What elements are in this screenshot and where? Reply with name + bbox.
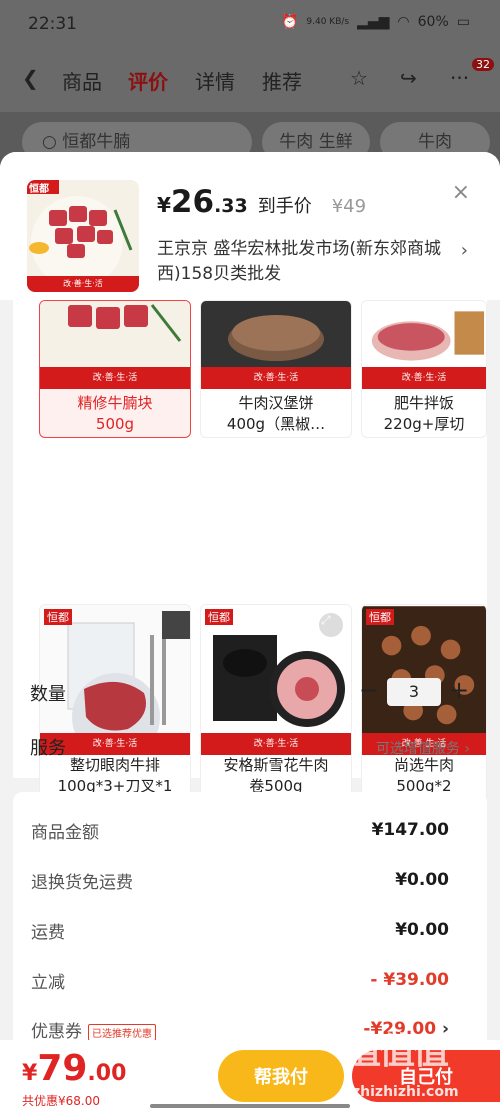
thumb-band-text: 改·善·生·活 [63, 279, 103, 288]
shop-address[interactable]: 王京京 盛华宏林批发市场(新东郊商城西)158贝类批发 [157, 237, 457, 287]
summary-row-return-shipping: 退换货免运费 ¥0.00 [31, 868, 449, 894]
chevron-right-icon: › [464, 741, 470, 757]
battery-level: 60% [417, 14, 449, 30]
service-option[interactable]: 可选增值服务 › [376, 738, 470, 758]
battery-icon: ▭ [456, 14, 470, 30]
summary-row-discount: 立减 - ¥39.00 [31, 968, 449, 994]
product-thumbnail: 恒都 改·善·生·活 [27, 180, 139, 292]
coupon-tag: 已选推荐优惠 [88, 1023, 156, 1041]
summary-value: - ¥39.00 [370, 970, 449, 990]
watermark-domain: zhizhizhi.com [352, 1084, 459, 1100]
tab-details[interactable]: 详情 [195, 66, 235, 95]
watermark-logo: 值值值 [345, 1031, 449, 1072]
product-image [27, 180, 139, 292]
price-currency: ¥ [157, 193, 171, 217]
summary-key: 优惠券 已选推荐优惠 [31, 1017, 156, 1042]
search-icon: ○ [42, 132, 63, 152]
close-icon[interactable]: × [452, 180, 470, 205]
price-tag-label: 到手价 [257, 196, 312, 217]
more-icon[interactable]: ··· [450, 66, 469, 90]
summary-key: 商品金额 [31, 823, 99, 843]
summary-key: 立减 [31, 973, 65, 993]
final-price-decimal: .00 [87, 1061, 127, 1086]
help-pay-button[interactable]: 帮我付 [218, 1050, 344, 1102]
tab-reviews[interactable]: 评价 [128, 66, 168, 95]
total-discount: 共优惠¥68.00 [22, 1094, 100, 1108]
sku-sheet: 恒都 改·善·生·活 ¥ 26 .33 到手价 ¥49 × 王京京 盛华宏林批发… [0, 152, 500, 1111]
home-indicator[interactable] [150, 1104, 350, 1108]
wifi-icon: ◠ [397, 14, 410, 30]
quantity-label: 数量 [30, 684, 66, 705]
chevron-right-icon[interactable]: › [461, 240, 468, 261]
final-price: ¥ 79 .00 [22, 1048, 126, 1089]
quantity-plus-button[interactable]: + [447, 676, 471, 704]
price-decimal: .33 [214, 195, 248, 217]
service-row[interactable]: 服务 可选增值服务 › [30, 732, 470, 762]
summary-key: 运费 [31, 923, 65, 943]
back-icon[interactable]: ❮ [22, 66, 39, 90]
original-price: ¥49 [331, 196, 367, 217]
share-icon[interactable]: ↪ [400, 66, 417, 90]
summary-row-goods: 商品金额 ¥147.00 [31, 818, 449, 844]
sheet-header: 恒都 改·善·生·活 ¥ 26 .33 到手价 ¥49 × 王京京 盛华宏林批发… [0, 152, 500, 300]
more-badge: 32 [472, 58, 494, 71]
quantity-input[interactable]: 3 [387, 678, 441, 706]
signal-icon: ▂▄▆ [357, 14, 390, 30]
summary-value: ¥147.00 [371, 820, 449, 840]
price-row: ¥ 26 .33 到手价 ¥49 [157, 184, 366, 220]
final-price-integer: 79 [37, 1048, 88, 1089]
star-icon[interactable]: ☆ [350, 66, 368, 90]
quantity-minus-button[interactable]: − [357, 676, 381, 704]
tab-recommend[interactable]: 推荐 [262, 66, 302, 95]
alarm-icon: ⏰ [280, 14, 299, 30]
thumb-brand-logo: 恒都 [29, 184, 49, 195]
final-price-currency: ¥ [22, 1061, 38, 1086]
search-query: 恒都牛腩 [62, 132, 131, 152]
status-icons: ⏰ 9.40 KB/s ▂▄▆ ◠ 60% ▭ [281, 14, 470, 30]
options-overlay: 数量 − 3 + 服务 可选增值服务 › [13, 300, 487, 778]
summary-key: 退换货免运费 [31, 873, 133, 893]
quantity-row: 数量 − 3 + [30, 676, 470, 710]
network-speed: 9.40 KB/s [306, 17, 350, 27]
price-integer: 26 [170, 184, 215, 220]
service-label: 服务 [30, 738, 66, 759]
summary-value: ¥0.00 [395, 870, 449, 890]
summary-value: ¥0.00 [395, 920, 449, 940]
status-time: 22:31 [28, 14, 77, 34]
background-nav: ❮ 商品 评价 详情 推荐 ☆ ↪ ··· 32 [0, 50, 500, 112]
tab-goods[interactable]: 商品 [62, 66, 102, 95]
status-bar: 22:31 ⏰ 9.40 KB/s ▂▄▆ ◠ 60% ▭ [0, 0, 500, 50]
summary-row-shipping: 运费 ¥0.00 [31, 918, 449, 944]
